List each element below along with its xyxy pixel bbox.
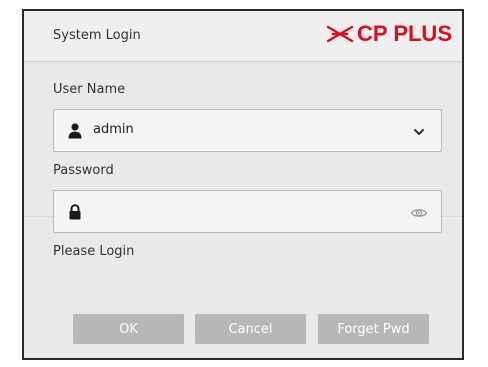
ok-button[interactable]: OK bbox=[73, 314, 184, 344]
divider-left bbox=[24, 216, 53, 217]
chevron-down-icon[interactable] bbox=[410, 123, 428, 141]
username-label: User Name bbox=[53, 82, 126, 97]
dialog-title: System Login bbox=[53, 28, 141, 43]
brand-logo: CP PLUS bbox=[326, 22, 452, 46]
username-value: admin bbox=[93, 122, 134, 137]
brand-name: CP PLUS bbox=[357, 21, 452, 46]
username-select[interactable]: admin bbox=[53, 109, 442, 152]
login-dialog: System Login CP PLUS User Name admin Pas… bbox=[22, 9, 464, 360]
status-message: Please Login bbox=[53, 244, 135, 259]
divider-right bbox=[442, 216, 462, 217]
cp-plus-logo-mark-icon bbox=[326, 25, 354, 43]
eye-icon[interactable] bbox=[410, 204, 428, 222]
password-field[interactable] bbox=[53, 190, 442, 233]
user-icon bbox=[68, 123, 82, 139]
password-label: Password bbox=[53, 163, 114, 178]
dialog-header: System Login CP PLUS bbox=[24, 11, 462, 62]
lock-icon bbox=[69, 204, 81, 220]
cancel-button[interactable]: Cancel bbox=[195, 314, 306, 344]
forget-password-button[interactable]: Forget Pwd bbox=[318, 314, 429, 344]
